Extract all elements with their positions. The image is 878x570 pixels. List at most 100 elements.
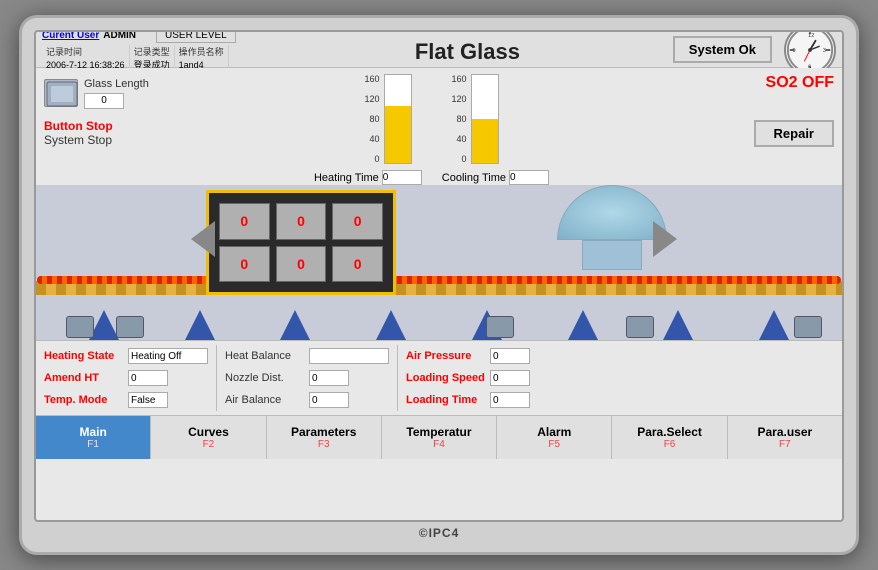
support-4 xyxy=(376,310,406,340)
right-controls: SO2 OFF Repair xyxy=(664,74,834,147)
main-title: Flat Glass xyxy=(415,39,520,64)
loading-speed-label: Loading Speed xyxy=(406,372,486,384)
support-7 xyxy=(663,310,693,340)
nav-para-user-key: F7 xyxy=(779,439,791,450)
nozzle-dist-label: Nozzle Dist. xyxy=(225,372,305,384)
svg-text:12: 12 xyxy=(808,33,814,39)
heat-balance-label: Heat Balance xyxy=(225,350,305,362)
equip-4 xyxy=(626,316,654,338)
left-controls: Glass Length Button Stop System Stop xyxy=(44,74,199,147)
nav-para-select-label: Para.Select xyxy=(637,425,702,439)
support-3 xyxy=(280,310,310,340)
amend-ht-label: Amend HT xyxy=(44,372,124,384)
nav-parameters-key: F3 xyxy=(318,439,330,450)
glass-icon xyxy=(44,79,78,107)
nav-curves-key: F2 xyxy=(203,439,215,450)
nav-curves[interactable]: Curves F2 xyxy=(151,416,266,459)
cooling-time-input[interactable] xyxy=(509,170,549,185)
support-legs xyxy=(36,305,842,340)
nav-main[interactable]: Main F1 xyxy=(36,416,151,459)
header-center: Flat Glass xyxy=(262,35,673,65)
cooling-time-row: Cooling Time xyxy=(442,170,549,185)
air-balance-input[interactable] xyxy=(309,392,349,408)
repair-button[interactable]: Repair xyxy=(754,120,834,147)
oven-cell-1: 0 xyxy=(219,203,270,240)
equip-1 xyxy=(66,316,94,338)
nav-temperature-key: F4 xyxy=(433,439,445,450)
glass-length-input[interactable] xyxy=(84,93,124,109)
loading-time-input[interactable] xyxy=(490,392,530,408)
nav-parameters[interactable]: Parameters F3 xyxy=(267,416,382,459)
nav-para-select-key: F6 xyxy=(664,439,676,450)
so2-off-label: SO2 OFF xyxy=(766,74,834,92)
oven-cell-5: 0 xyxy=(276,246,327,283)
support-8 xyxy=(759,310,789,340)
temp-mode-label: Temp. Mode xyxy=(44,394,124,406)
air-balance-label: Air Balance xyxy=(225,394,305,406)
log-header-time: 记录时间 xyxy=(42,45,129,58)
loading-speed-input[interactable] xyxy=(490,370,530,386)
temp-mode-input[interactable] xyxy=(128,392,168,408)
system-ok-button[interactable]: System Ok xyxy=(673,36,772,63)
nav-alarm-key: F5 xyxy=(548,439,560,450)
cooling-hood xyxy=(557,185,667,270)
button-stop-label: Button Stop xyxy=(44,119,199,133)
log-header-user: 操作员名称 xyxy=(174,45,228,58)
cooling-time-label: Cooling Time xyxy=(442,172,506,184)
nav-alarm[interactable]: Alarm F5 xyxy=(497,416,612,459)
admin-value: ADMIN xyxy=(103,30,136,41)
support-2 xyxy=(185,310,215,340)
heating-state-input[interactable] xyxy=(128,348,208,364)
oven-cell-6: 0 xyxy=(332,246,383,283)
svg-text:9: 9 xyxy=(792,47,795,53)
left-gauge: 160 120 80 40 0 xyxy=(364,74,411,164)
heat-elements xyxy=(36,275,842,285)
user-level-button[interactable]: USER LEVEL xyxy=(156,30,236,43)
nav-para-user-label: Para.user xyxy=(757,425,812,439)
section-2: Heat Balance Nozzle Dist. Air Balance xyxy=(225,345,389,411)
right-gauge: 160 120 80 40 0 xyxy=(452,74,499,164)
hood-base xyxy=(582,240,642,270)
log-header-type: 记录类型 xyxy=(129,45,174,58)
loading-time-label: Loading Time xyxy=(406,394,486,406)
nozzle-dist-input[interactable] xyxy=(309,370,349,386)
nav-curves-label: Curves xyxy=(188,425,229,439)
status-sections: Heating State Amend HT Temp. Mode xyxy=(44,345,834,411)
support-6 xyxy=(568,310,598,340)
heating-time-input[interactable] xyxy=(382,170,422,185)
nav-parameters-label: Parameters xyxy=(291,425,356,439)
nav-temperature[interactable]: Temperatur F4 xyxy=(382,416,497,459)
arrow-right xyxy=(653,221,677,257)
svg-text:3: 3 xyxy=(823,47,826,53)
oven-cell-2: 0 xyxy=(276,203,327,240)
equip-3 xyxy=(486,316,514,338)
nav-para-user[interactable]: Para.user F7 xyxy=(728,416,842,459)
glass-length-label: Glass Length xyxy=(84,78,149,90)
heating-state-label: Heating State xyxy=(44,350,124,362)
nav-para-select[interactable]: Para.Select F6 xyxy=(612,416,727,459)
nav-alarm-label: Alarm xyxy=(537,425,571,439)
air-pressure-input[interactable] xyxy=(490,348,530,364)
oven-cell-4: 0 xyxy=(219,246,270,283)
equip-5 xyxy=(794,316,822,338)
heating-time-label: Heating Time xyxy=(314,172,379,184)
monitor-bottom: ©IPC4 xyxy=(419,522,460,544)
main-content: Glass Length Button Stop System Stop xyxy=(36,68,842,520)
header: Curent User ADMIN USER LEVEL 记录时间 记录类型 操… xyxy=(36,32,842,68)
heat-balance-input[interactable] xyxy=(309,348,389,364)
monitor: Curent User ADMIN USER LEVEL 记录时间 记录类型 操… xyxy=(19,15,859,555)
status-panel: Heating State Amend HT Temp. Mode xyxy=(36,340,842,415)
diagram-section: 0 0 0 0 0 0 xyxy=(36,185,842,340)
oven-grid: 0 0 0 0 0 0 xyxy=(209,193,393,292)
header-left: Curent User ADMIN USER LEVEL 记录时间 记录类型 操… xyxy=(42,30,262,71)
heating-time-row: Heating Time xyxy=(314,170,422,185)
nav-main-key: F1 xyxy=(87,439,99,450)
nav-main-label: Main xyxy=(79,425,106,439)
section-3: Air Pressure Loading Speed Loading Time xyxy=(406,345,530,411)
current-user-label: Curent User xyxy=(42,30,99,41)
amend-ht-input[interactable] xyxy=(128,370,168,386)
gauge-area: 160 120 80 40 0 xyxy=(199,74,664,185)
nav-temperature-label: Temperatur xyxy=(406,425,471,439)
air-pressure-label: Air Pressure xyxy=(406,350,486,362)
screen: Curent User ADMIN USER LEVEL 记录时间 记录类型 操… xyxy=(34,30,844,522)
